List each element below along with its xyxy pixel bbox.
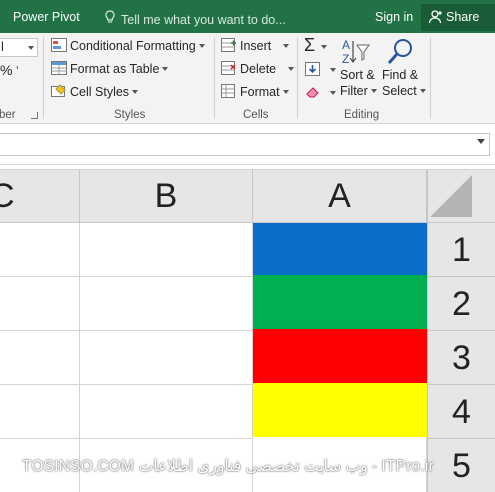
format-button[interactable]: Format [221,84,289,99]
dialog-launcher-icon[interactable] [31,112,38,119]
percent-style-button[interactable]: % [0,62,12,78]
watermark-text: TOSINSO.COM وب سایت تخصصی فناوری اطلاعات… [22,458,434,475]
svg-text:Z: Z [342,52,349,66]
conditional-formatting-icon [51,38,67,52]
cell-b1[interactable] [80,223,253,277]
cells-group-label: Cells [243,109,269,121]
row-header-1[interactable]: 1 [427,223,495,277]
cell-b4[interactable] [80,385,253,439]
formula-bar [0,124,495,165]
cell-c1[interactable] [0,223,80,277]
magnifier-icon [382,37,424,67]
cell-a3[interactable] [253,329,427,383]
group-separator [297,37,298,119]
eraser-icon [305,85,321,99]
chevron-down-icon [330,68,336,72]
svg-text:A: A [342,38,350,52]
group-separator [43,37,44,119]
tab-power-pivot[interactable]: Power Pivot [13,10,80,24]
lightbulb-icon [104,10,118,27]
comma-style-icon[interactable]: ’ [16,64,19,78]
row-header-5[interactable]: 5 [427,439,495,492]
group-separator [430,37,431,119]
group-separator [214,37,215,119]
title-bar: Power Pivot Tell me what you want to do.… [0,0,495,33]
sort-filter-button[interactable]: AZ Sort & Filter [340,37,380,99]
chevron-down-icon [282,90,289,94]
select-all-button[interactable] [427,170,495,223]
chevron-down-icon [370,89,377,93]
number-group-label: ber [0,109,16,121]
chevron-down-icon [330,91,336,95]
row-header-3[interactable]: 3 [427,331,495,385]
editing-group-label: Editing [344,109,380,121]
cell-c3[interactable] [0,331,80,385]
delete-cells-icon [221,61,237,75]
chevron-down-icon [162,67,169,71]
format-as-table-button[interactable]: Format as Table [51,61,169,76]
formula-input[interactable] [0,133,490,156]
format-cells-icon [221,84,237,98]
tell-me-text: Tell me what you want to do... [121,13,286,27]
autosum-button[interactable]: Σ [304,35,328,56]
cell-a2[interactable] [253,275,427,329]
sort-filter-icon: AZ [340,37,380,67]
tell-me-search[interactable]: Tell me what you want to do... [104,10,286,27]
cell-c2[interactable] [0,277,80,331]
share-button[interactable]: Share [421,4,495,31]
font-size-box[interactable]: l [0,38,38,57]
column-header-a[interactable]: A [253,170,427,223]
chevron-down-icon [288,67,295,71]
insert-cells-icon [221,38,237,52]
chevron-down-icon [198,44,205,48]
chevron-down-icon [28,46,34,50]
spreadsheet-grid: C B A 1 2 3 4 5 TOSINSO.COM وب سایت تخصص… [0,165,495,492]
chevron-down-icon [321,45,328,49]
fill-down-icon [305,62,321,76]
ribbon: l % ’ ber Conditional Formatting Format … [0,33,495,124]
delete-button[interactable]: Delete [221,61,295,76]
cell-b2[interactable] [80,277,253,331]
cell-styles-icon [51,84,67,98]
cell-styles-button[interactable]: Cell Styles [51,84,139,99]
conditional-formatting-button[interactable]: Conditional Formatting [51,38,205,53]
styles-group-label: Styles [114,109,146,121]
sign-in-link[interactable]: Sign in [375,10,413,24]
row-header-2[interactable]: 2 [427,277,495,331]
cell-c4[interactable] [0,385,80,439]
cell-b3[interactable] [80,331,253,385]
share-label: Share [446,10,480,24]
user-icon [428,10,442,24]
cell-a1[interactable] [253,223,427,275]
column-header-b[interactable]: B [80,170,253,223]
row-header-4[interactable]: 4 [427,385,495,439]
chevron-down-icon [419,89,426,93]
insert-button[interactable]: Insert [221,38,290,53]
cell-a4[interactable] [253,383,427,437]
clear-button[interactable] [305,85,336,100]
select-all-triangle-icon [430,175,472,217]
fill-button[interactable] [305,62,336,77]
format-as-table-icon [51,61,67,75]
chevron-down-icon [132,90,139,94]
chevron-down-icon [283,44,290,48]
column-header-c[interactable]: C [0,170,80,223]
sigma-icon: Σ [304,35,316,55]
expand-formula-bar-icon[interactable] [477,139,485,144]
find-select-button[interactable]: Find & Select [382,37,426,99]
